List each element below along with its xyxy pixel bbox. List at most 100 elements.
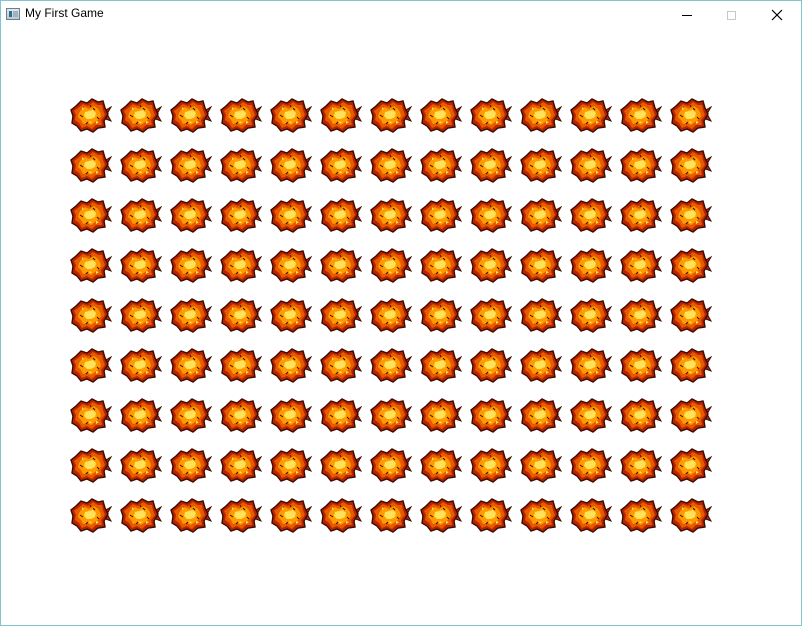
- explosion-sprite: [420, 147, 463, 183]
- title-bar[interactable]: My First Game: [1, 1, 801, 31]
- explosion-sprite: [470, 447, 513, 483]
- explosion-sprite: [320, 147, 363, 183]
- explosion-sprite: [170, 397, 213, 433]
- explosion-sprite: [570, 397, 613, 433]
- explosion-sprite: [370, 197, 413, 233]
- explosion-sprite: [170, 497, 213, 533]
- explosion-sprite: [370, 247, 413, 283]
- explosion-sprite: [670, 147, 713, 183]
- explosion-sprite: [520, 297, 563, 333]
- explosion-sprite: [670, 447, 713, 483]
- explosion-sprite: [170, 447, 213, 483]
- explosion-sprite: [270, 197, 313, 233]
- explosion-sprite: [620, 297, 663, 333]
- explosion-sprite: [70, 97, 113, 133]
- explosion-sprite: [70, 447, 113, 483]
- explosion-sprite: [70, 497, 113, 533]
- explosion-sprite: [220, 497, 263, 533]
- explosion-sprite: [520, 497, 563, 533]
- explosion-sprite: [570, 497, 613, 533]
- game-window: My First Game: [0, 0, 802, 626]
- explosion-sprite: [170, 97, 213, 133]
- explosion-sprite: [670, 247, 713, 283]
- explosion-sprite: [270, 247, 313, 283]
- explosion-sprite: [520, 197, 563, 233]
- explosion-sprite: [520, 247, 563, 283]
- explosion-sprite: [120, 247, 163, 283]
- explosion-sprite: [120, 397, 163, 433]
- explosion-sprite: [420, 497, 463, 533]
- close-icon: [771, 9, 782, 21]
- explosion-sprite: [220, 247, 263, 283]
- explosion-sprite: [370, 297, 413, 333]
- explosion-sprite: [220, 447, 263, 483]
- explosion-sprite: [270, 397, 313, 433]
- explosion-sprite: [320, 297, 363, 333]
- explosion-sprite: [670, 497, 713, 533]
- explosion-sprite: [470, 97, 513, 133]
- explosion-sprite: [620, 497, 663, 533]
- explosion-sprite: [370, 397, 413, 433]
- explosion-sprite: [120, 497, 163, 533]
- explosion-sprite: [370, 97, 413, 133]
- explosion-sprite: [470, 147, 513, 183]
- explosion-sprite: [170, 247, 213, 283]
- explosion-sprite: [620, 397, 663, 433]
- game-canvas[interactable]: [1, 31, 801, 625]
- explosion-sprite: [120, 197, 163, 233]
- explosion-sprite: [220, 197, 263, 233]
- explosion-sprite: [270, 97, 313, 133]
- explosion-sprite: [370, 447, 413, 483]
- explosion-sprite: [320, 197, 363, 233]
- explosion-sprite: [620, 347, 663, 383]
- explosion-sprite: [420, 397, 463, 433]
- explosion-sprite: [270, 297, 313, 333]
- explosion-sprite: [620, 247, 663, 283]
- explosion-sprite: [70, 347, 113, 383]
- explosion-sprite: [220, 297, 263, 333]
- explosion-sprite: [320, 247, 363, 283]
- explosion-sprite: [520, 347, 563, 383]
- explosion-sprite: [320, 447, 363, 483]
- explosion-sprite: [620, 147, 663, 183]
- explosion-sprite: [470, 197, 513, 233]
- maximize-button: [709, 1, 754, 29]
- explosion-sprite: [370, 147, 413, 183]
- explosion-sprite: [270, 347, 313, 383]
- explosion-sprite: [670, 347, 713, 383]
- explosion-sprite: [570, 197, 613, 233]
- explosion-sprite: [420, 447, 463, 483]
- explosion-sprite: [470, 247, 513, 283]
- maximize-icon: [727, 10, 736, 20]
- explosion-sprite: [220, 347, 263, 383]
- window-title: My First Game: [25, 6, 104, 20]
- explosion-sprite: [520, 97, 563, 133]
- close-button[interactable]: [754, 1, 799, 29]
- explosion-sprite: [170, 297, 213, 333]
- explosion-sprite: [620, 197, 663, 233]
- explosion-sprite: [270, 447, 313, 483]
- explosion-sprite: [570, 147, 613, 183]
- explosion-sprite: [120, 347, 163, 383]
- minimize-button[interactable]: [664, 1, 709, 29]
- explosion-sprite: [320, 397, 363, 433]
- explosion-sprite: [420, 347, 463, 383]
- explosion-sprite: [70, 397, 113, 433]
- explosion-sprite: [570, 447, 613, 483]
- explosion-sprite: [420, 247, 463, 283]
- explosion-sprite: [470, 497, 513, 533]
- explosion-sprite: [420, 97, 463, 133]
- explosion-sprite: [570, 297, 613, 333]
- explosion-sprite: [320, 97, 363, 133]
- explosion-sprite: [620, 97, 663, 133]
- explosion-sprite: [320, 347, 363, 383]
- explosion-sprite: [70, 197, 113, 233]
- explosion-sprite: [470, 297, 513, 333]
- explosion-sprite: [670, 197, 713, 233]
- explosion-sprite: [170, 347, 213, 383]
- explosion-sprite: [670, 97, 713, 133]
- explosion-sprite: [370, 347, 413, 383]
- explosion-sprite: [120, 297, 163, 333]
- sprite-grid: [1, 31, 801, 625]
- app-window-icon: [6, 8, 20, 20]
